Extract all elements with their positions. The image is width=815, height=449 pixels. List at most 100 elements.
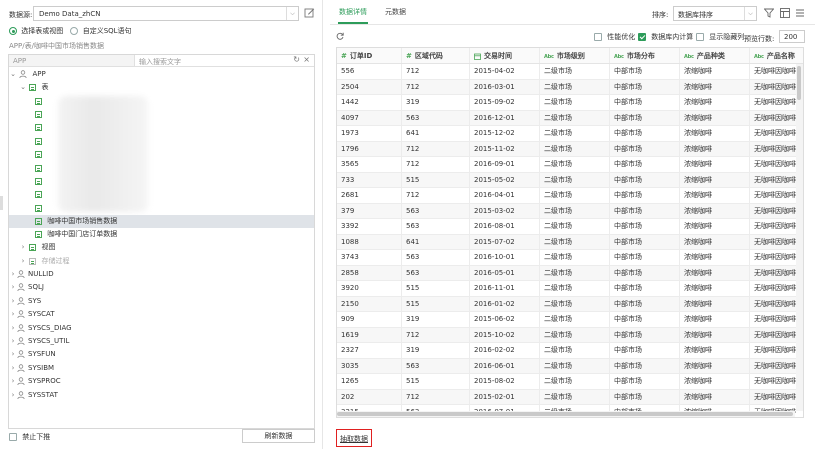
tab-metadata[interactable]: 元数据	[385, 4, 406, 24]
tree-node-schema[interactable]: › SYSSTAT	[9, 389, 314, 402]
column-header[interactable]: # 订单ID	[337, 48, 372, 64]
table-row[interactable]: 1796 712 2015-11-02 二级市场 中部市场 浓缩咖啡 无咖啡因咖啡	[337, 141, 803, 157]
table-row[interactable]: 3565 712 2016-09-01 二级市场 中部市场 浓缩咖啡 无咖啡因咖啡	[337, 157, 803, 173]
table-row[interactable]: 1265 515 2015-08-02 二级市场 中部市场 浓缩咖啡 无咖啡因咖啡	[337, 374, 803, 390]
chevron-down-icon[interactable]: ⌵	[744, 7, 756, 20]
tree-node-table-hidden[interactable]	[9, 108, 314, 121]
filter-icon[interactable]	[764, 8, 774, 18]
extract-data-button[interactable]: 抽取数据	[340, 434, 368, 444]
vertical-scroll-thumb[interactable]	[797, 66, 801, 100]
column-header[interactable]: 交易时间	[470, 48, 512, 64]
column-divider[interactable]	[679, 48, 680, 63]
chevron-right-icon[interactable]: ›	[9, 308, 17, 321]
tree-node-schema[interactable]: › NULLID	[9, 268, 314, 281]
tree-search-input[interactable]: 输入搜索文字 ↻ ×	[134, 55, 314, 66]
tree-node-table-hidden[interactable]	[9, 122, 314, 135]
chevron-right-icon[interactable]: ›	[9, 335, 17, 348]
table-row[interactable]: 1442 319 2015-09-02 二级市场 中部市场 浓缩咖啡 无咖啡因咖啡	[337, 95, 803, 111]
table-row[interactable]: 733 515 2015-05-02 二级市场 中部市场 浓缩咖啡 无咖啡因咖啡	[337, 172, 803, 188]
tree-node-table-hidden[interactable]	[9, 202, 314, 215]
tree-node-tables[interactable]: ⌄ 表	[9, 81, 314, 94]
column-header[interactable]: # 区域代码	[402, 48, 443, 64]
tree-node-schema[interactable]: › SYSPROC	[9, 375, 314, 388]
chevron-right-icon[interactable]: ›	[9, 348, 17, 361]
perf-checkbox[interactable]	[594, 33, 602, 41]
tree-node-app[interactable]: ⌄ APP	[9, 68, 314, 81]
close-icon[interactable]: ×	[303, 55, 310, 64]
horizontal-scroll-thumb[interactable]	[337, 412, 793, 416]
preview-rows-input[interactable]	[779, 30, 805, 43]
tree-node-schema[interactable]: › SYSCAT	[9, 308, 314, 321]
tree-node-schema[interactable]: › SYSCS_DIAG	[9, 322, 314, 335]
chevron-down-icon[interactable]: ⌄	[19, 81, 27, 94]
radio-table-view[interactable]	[9, 27, 17, 35]
table-row[interactable]: 1973 641 2015-12-02 二级市场 中部市场 浓缩咖啡 无咖啡因咖啡	[337, 126, 803, 142]
table-row[interactable]: 3743 563 2016-10-01 二级市场 中部市场 浓缩咖啡 无咖啡因咖啡	[337, 250, 803, 266]
table-row[interactable]: 2681 712 2016-04-01 二级市场 中部市场 浓缩咖啡 无咖啡因咖啡	[337, 188, 803, 204]
table-row[interactable]: 4097 563 2016-12-01 二级市场 中部市场 浓缩咖啡 无咖啡因咖啡	[337, 110, 803, 126]
datasource-select[interactable]: Demo Data_zhCN ⌵	[33, 6, 299, 21]
chevron-right-icon[interactable]: ›	[19, 255, 27, 268]
collapse-handle[interactable]	[0, 196, 3, 210]
table-row[interactable]: 1088 641 2015-07-02 二级市场 中部市场 浓缩咖啡 无咖啡因咖啡	[337, 234, 803, 250]
chevron-right-icon[interactable]: ›	[9, 322, 17, 335]
table-row[interactable]: 202 712 2015-02-01 二级市场 中部市场 浓缩咖啡 无咖啡因咖啡	[337, 389, 803, 405]
tab-data-detail[interactable]: 数据详情	[338, 4, 368, 24]
column-settings-icon[interactable]	[780, 8, 790, 18]
tree-node-table-hidden[interactable]	[9, 135, 314, 148]
table-row[interactable]: 3035 563 2016-06-01 二级市场 中部市场 浓缩咖啡 无咖啡因咖啡	[337, 358, 803, 374]
table-row[interactable]: 2150 515 2016-01-02 二级市场 中部市场 浓缩咖啡 无咖啡因咖啡	[337, 296, 803, 312]
column-header[interactable]: Abc 产品名称	[750, 48, 795, 64]
tree-node-table2[interactable]: 咖啡中国门店订单数据	[9, 228, 314, 241]
column-header[interactable]: Abc 市场级别	[540, 48, 585, 64]
disable-pushdown-checkbox[interactable]	[9, 433, 17, 441]
tree-node-table-hidden[interactable]	[9, 149, 314, 162]
chevron-right-icon[interactable]: ›	[9, 389, 17, 402]
column-divider[interactable]	[749, 48, 750, 63]
option-perf[interactable]: 性能优化	[594, 32, 635, 42]
chevron-right-icon[interactable]: ›	[9, 281, 17, 294]
tree-node-table-hidden[interactable]	[9, 162, 314, 175]
tree-node-schema[interactable]: › SYSFUN	[9, 348, 314, 361]
column-divider[interactable]	[401, 48, 402, 63]
column-divider[interactable]	[469, 48, 470, 63]
table-row[interactable]: 3392 563 2016-08-01 二级市场 中部市场 浓缩咖啡 无咖啡因咖啡	[337, 219, 803, 235]
table-row[interactable]: 379 563 2015-03-02 二级市场 中部市场 浓缩咖啡 无咖啡因咖啡	[337, 203, 803, 219]
refresh-data-button[interactable]: 刷新数据	[242, 429, 315, 443]
tree-node-table-hidden[interactable]	[9, 175, 314, 188]
column-divider[interactable]	[609, 48, 610, 63]
vertical-scrollbar[interactable]	[796, 64, 803, 411]
sort-select[interactable]: 数据库排序 ⌵	[673, 6, 757, 21]
option-show-hidden[interactable]: 显示隐藏列	[696, 32, 744, 42]
tree-node-table1[interactable]: 咖啡中国市场销售数据	[9, 215, 314, 228]
table-row[interactable]: 2327 319 2016-02-02 二级市场 中部市场 浓缩咖啡 无咖啡因咖啡	[337, 343, 803, 359]
panel-splitter[interactable]	[322, 0, 323, 449]
tree-node-table-hidden[interactable]	[9, 189, 314, 202]
db-calc-checkbox[interactable]	[638, 33, 646, 41]
refresh-icon[interactable]: ↻	[293, 55, 300, 64]
table-row[interactable]: 2504 712 2016-03-01 二级市场 中部市场 浓缩咖啡 无咖啡因咖啡	[337, 79, 803, 95]
horizontal-scrollbar[interactable]	[337, 411, 795, 417]
disable-pushdown[interactable]: 禁止下推	[9, 432, 50, 442]
column-divider[interactable]	[539, 48, 540, 63]
chevron-right-icon[interactable]: ›	[9, 375, 17, 388]
chevron-down-icon[interactable]: ⌄	[9, 68, 17, 81]
table-row[interactable]: 3920 515 2016-11-01 二级市场 中部市场 浓缩咖啡 无咖啡因咖啡	[337, 281, 803, 297]
tree-node-procs[interactable]: › 存储过程	[9, 255, 314, 268]
tree-node-views[interactable]: › 视图	[9, 241, 314, 254]
table-row[interactable]: 1619 712 2015-10-02 二级市场 中部市场 浓缩咖啡 无咖啡因咖啡	[337, 327, 803, 343]
chevron-right-icon[interactable]: ›	[9, 362, 17, 375]
table-row[interactable]: 909 319 2015-06-02 二级市场 中部市场 浓缩咖啡 无咖啡因咖啡	[337, 312, 803, 328]
table-row[interactable]: 2858 563 2016-05-01 二级市场 中部市场 浓缩咖啡 无咖啡因咖啡	[337, 265, 803, 281]
table-row[interactable]: 556 712 2015-04-02 二级市场 中部市场 浓缩咖啡 无咖啡因咖啡	[337, 64, 803, 80]
tree-node-schema[interactable]: › SYSCS_UTIL	[9, 335, 314, 348]
chevron-right-icon[interactable]: ›	[19, 241, 27, 254]
tree-node-table-hidden[interactable]	[9, 95, 314, 108]
show-hidden-checkbox[interactable]	[696, 33, 704, 41]
tree-node-schema[interactable]: › SYSIBM	[9, 362, 314, 375]
edit-icon[interactable]	[304, 7, 315, 18]
chevron-right-icon[interactable]: ›	[9, 268, 17, 281]
column-header[interactable]: Abc 市场分布	[610, 48, 655, 64]
radio-custom-sql[interactable]	[70, 27, 79, 35]
option-db-calc[interactable]: 数据库内计算	[638, 32, 693, 42]
